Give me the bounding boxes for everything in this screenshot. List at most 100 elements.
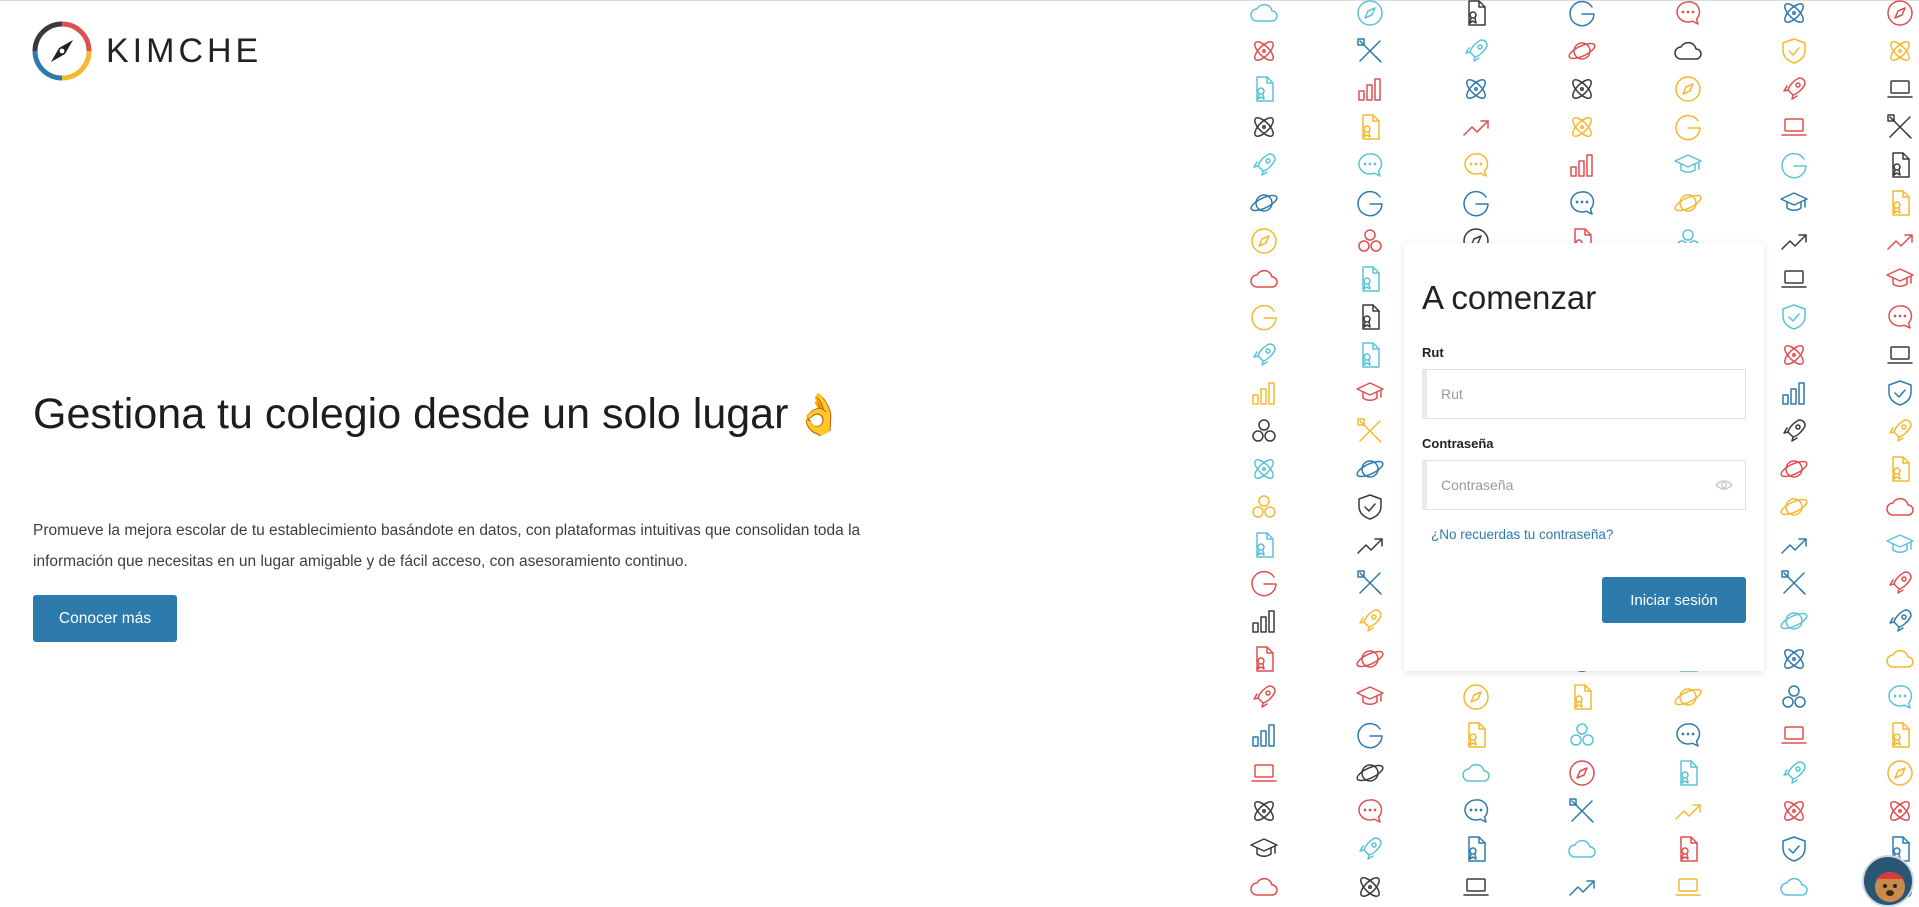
bar-chart-icon — [1358, 78, 1381, 101]
compass-logo-icon — [32, 21, 92, 81]
password-field-wrapper — [1422, 460, 1746, 510]
atom-icon — [1466, 79, 1486, 99]
cloud-icon — [1250, 877, 1278, 896]
chat-icon — [1888, 685, 1913, 709]
compass-icon — [1251, 228, 1277, 254]
tools-icon — [1357, 570, 1382, 595]
certificate-icon — [1574, 684, 1592, 710]
rocket-icon — [1359, 837, 1382, 860]
password-input[interactable] — [1427, 461, 1745, 509]
learn-more-button[interactable]: Conocer más — [33, 595, 177, 642]
forgot-password-link[interactable]: ¿No recuerdas tu contraseña? — [1431, 527, 1613, 542]
cloud-icon — [1780, 877, 1808, 896]
compass-icon — [1463, 684, 1489, 710]
cloud-icon — [1250, 3, 1278, 22]
letter-g-icon — [1569, 0, 1595, 27]
atom-icon — [1254, 117, 1274, 137]
letter-g-icon — [1463, 190, 1489, 217]
certificate-icon — [1680, 760, 1698, 786]
trend-up-icon — [1781, 538, 1807, 554]
shield-icon — [1782, 836, 1806, 862]
trend-up-icon — [1887, 234, 1913, 250]
laptop-icon — [1463, 878, 1489, 896]
trend-up-icon — [1781, 234, 1807, 250]
brand-logo[interactable]: KIMCHE — [31, 20, 262, 82]
chat-icon — [1676, 723, 1701, 747]
trend-up-icon — [1675, 804, 1701, 820]
support-chat-avatar[interactable] — [1862, 855, 1914, 907]
rocket-icon — [1889, 609, 1912, 632]
trend-up-icon — [1463, 120, 1489, 136]
tools-icon — [1357, 38, 1382, 63]
graduation-cap-icon — [1886, 534, 1914, 553]
chat-icon — [1464, 799, 1489, 823]
cloud-icon — [1568, 839, 1596, 858]
atom-icon — [1784, 345, 1804, 365]
show-password-eye-icon[interactable] — [1715, 478, 1733, 492]
chat-icon — [1464, 153, 1489, 177]
shield-icon — [1888, 380, 1912, 406]
tools-icon — [1781, 570, 1806, 595]
graduation-cap-icon — [1780, 192, 1808, 211]
rocket-icon — [1889, 571, 1912, 594]
bar-chart-icon — [1252, 610, 1275, 633]
planet-icon — [1780, 498, 1808, 516]
planet-icon — [1356, 460, 1384, 478]
certificate-icon — [1362, 114, 1380, 140]
certificate-icon — [1256, 76, 1274, 102]
graduation-cap-icon — [1356, 686, 1384, 705]
certificate-icon — [1680, 836, 1698, 862]
graduation-cap-icon — [1250, 838, 1278, 857]
chat-icon — [1888, 305, 1913, 329]
graduation-cap-icon — [1356, 382, 1384, 401]
planet-icon — [1780, 612, 1808, 630]
planet-icon — [1780, 460, 1808, 478]
shield-icon — [1782, 304, 1806, 330]
tools-icon — [1569, 798, 1594, 823]
shield-icon — [1782, 38, 1806, 64]
trend-up-icon — [1357, 538, 1383, 554]
password-label: Contraseña — [1422, 436, 1494, 451]
chat-icon — [1358, 799, 1383, 823]
rocket-icon — [1783, 419, 1806, 442]
letter-g-icon — [1675, 114, 1701, 141]
chat-icon — [1358, 153, 1383, 177]
atom-icon — [1890, 801, 1910, 821]
tools-icon — [1357, 418, 1382, 443]
atom-icon — [1572, 117, 1592, 137]
certificate-icon — [1468, 836, 1486, 862]
certificate-icon — [1468, 0, 1486, 26]
circles-icon — [1252, 419, 1276, 442]
planet-icon — [1674, 688, 1702, 706]
rocket-icon — [1359, 609, 1382, 632]
laptop-icon — [1887, 346, 1913, 364]
circles-icon — [1570, 723, 1594, 746]
rocket-icon — [1253, 685, 1276, 708]
atom-icon — [1572, 79, 1592, 99]
certificate-icon — [1892, 152, 1910, 178]
atom-icon — [1890, 41, 1910, 61]
letter-g-icon — [1251, 304, 1277, 331]
certificate-icon — [1362, 304, 1380, 330]
compass-icon — [1675, 76, 1701, 102]
chat-icon — [1570, 191, 1595, 215]
cloud-icon — [1886, 497, 1914, 516]
planet-icon — [1568, 42, 1596, 60]
circles-icon — [1358, 229, 1382, 252]
atom-icon — [1254, 459, 1274, 479]
chat-icon — [1676, 1, 1701, 25]
rut-input[interactable] — [1427, 370, 1745, 418]
hero-description: Promueve la mejora escolar de tu estable… — [33, 522, 861, 570]
login-submit-button[interactable]: Iniciar sesión — [1602, 577, 1746, 623]
compass-icon — [1357, 0, 1383, 26]
circles-icon — [1252, 495, 1276, 518]
certificate-icon — [1468, 722, 1486, 748]
hero-headline: Gestiona tu colegio desde un solo lugar 👌 — [33, 390, 844, 439]
atom-icon — [1784, 801, 1804, 821]
bar-chart-icon — [1252, 382, 1275, 405]
bar-chart-icon — [1782, 382, 1805, 405]
atom-icon — [1254, 801, 1274, 821]
login-card: A comenzar Rut Contraseña ¿No recuerdas … — [1404, 243, 1764, 671]
brand-name: KIMCHE — [106, 31, 263, 70]
hero-headline-text: Gestiona tu colegio desde un solo lugar — [33, 390, 789, 438]
